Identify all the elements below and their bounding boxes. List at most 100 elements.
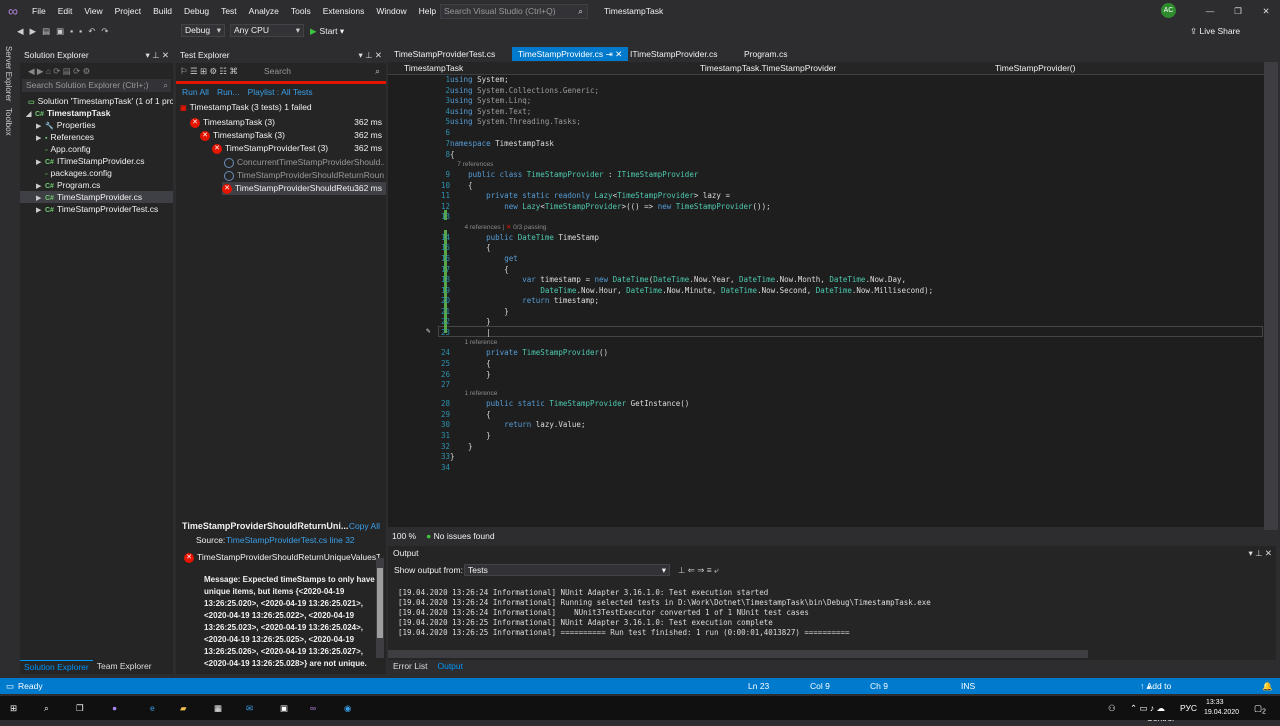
test-row[interactable]: ✕ TimeStampProviderTest (3) 362 ms <box>212 142 386 155</box>
tree-item-properties[interactable]: ▶ 🔧 Properties <box>20 119 173 131</box>
config-select[interactable]: Debug ▾ <box>181 24 225 37</box>
toolbox-tab[interactable]: Toolbox <box>4 108 13 136</box>
codelens-references[interactable]: 7 references <box>450 161 493 168</box>
nav-project-dropdown[interactable]: TimestampTask <box>404 62 463 75</box>
output-scrollbar[interactable] <box>388 650 1088 658</box>
minimize-icon[interactable]: — <box>1196 0 1224 22</box>
tab-timestampprovider[interactable]: TimeStampProvider.cs ⇥ ✕ <box>512 47 629 61</box>
menu-item-tools[interactable]: Tools <box>285 0 317 22</box>
show-output-select[interactable]: Tests ▾ <box>464 564 670 576</box>
new-file-icon[interactable]: ▤ <box>39 22 53 40</box>
save-all-icon[interactable]: ▪ <box>76 22 85 40</box>
copy-all-link[interactable]: Copy All <box>349 521 380 531</box>
menu-item-extensions[interactable]: Extensions <box>317 0 371 22</box>
tab-itimestampprovider[interactable]: ITimeStampProvider.cs <box>624 47 724 61</box>
store-icon[interactable]: ▦ <box>214 696 222 720</box>
pin-icon[interactable]: ▾ ⊥ ✕ <box>358 48 382 63</box>
server-explorer-tab[interactable]: Server Explorer <box>4 46 13 102</box>
tree-item-project[interactable]: ◢ C# TimestampTask <box>20 107 173 119</box>
detail-scrollbar[interactable] <box>376 558 384 658</box>
app-icon[interactable]: ▣ <box>280 696 288 720</box>
tree-item-app-config[interactable]: ▫ App.config <box>20 143 173 155</box>
bell-icon[interactable]: 🔔 <box>1262 678 1273 694</box>
close-icon[interactable]: ✕ <box>1252 0 1280 22</box>
codelens-references[interactable]: 4 references | ✕ 0/3 passing <box>450 223 546 231</box>
app-icon[interactable]: ● <box>112 696 117 720</box>
tree-item-program[interactable]: ▶ C# Program.cs <box>20 179 173 191</box>
codelens-references[interactable]: 1 reference <box>450 339 497 346</box>
windows-start-icon[interactable]: ⊞ <box>10 696 17 720</box>
test-row-selected[interactable]: ✕ TimeStampProviderShouldRetu... 362 ms <box>222 182 386 195</box>
close-icon[interactable]: ✕ <box>615 49 622 59</box>
maximize-icon[interactable]: ❐ <box>1224 0 1252 22</box>
nav-member-dropdown[interactable]: TimeStampProvider() <box>995 62 1075 75</box>
forward-icon[interactable]: ▶ <box>27 22 40 40</box>
visual-studio-logo-icon[interactable]: ∞ <box>4 3 22 19</box>
tree-item-timestampprovidertest[interactable]: ▶ C# TimeStampProviderTest.cs <box>20 203 173 215</box>
pin-icon[interactable]: ▾ ⊥ ✕ <box>145 48 169 63</box>
tab-team-explorer[interactable]: Team Explorer <box>93 660 156 672</box>
tab-output[interactable]: Output <box>432 660 468 672</box>
codelens-references[interactable]: 1 reference <box>450 390 497 397</box>
app-icon[interactable]: ◉ <box>344 696 351 720</box>
zoom-level[interactable]: 100 % <box>388 531 420 541</box>
test-row[interactable]: TimeStampProviderShouldReturnRoun... <box>224 169 384 182</box>
people-icon[interactable]: ⚇ <box>1108 696 1116 720</box>
menu-item-file[interactable]: File <box>26 0 52 22</box>
tab-solution-explorer[interactable]: Solution Explorer <box>20 659 93 673</box>
tree-item-itimestampprovider[interactable]: ▶ C# ITimeStampProvider.cs <box>20 155 173 167</box>
clock-date[interactable]: 19.04.2020 <box>1204 701 1239 725</box>
run-icon[interactable]: ⚐ ☰ ⊞ ⚙ ☷ ⌘ <box>180 66 238 76</box>
tab-error-list[interactable]: Error List <box>388 660 432 672</box>
platform-select[interactable]: Any CPU ▾ <box>230 24 304 37</box>
menu-item-edit[interactable]: Edit <box>52 0 79 22</box>
menu-item-view[interactable]: View <box>78 0 108 22</box>
menu-item-project[interactable]: Project <box>109 0 147 22</box>
menu-item-help[interactable]: Help <box>413 0 442 22</box>
start-button[interactable]: ▶ Start ▾ <box>310 22 344 40</box>
menu-item-test[interactable]: Test <box>215 0 243 22</box>
undo-icon[interactable]: ↶ <box>85 22 98 40</box>
solution-search-input[interactable]: Search Solution Explorer (Ctrl+;) ⌕ <box>22 79 171 92</box>
search-icon[interactable]: ⌕ <box>44 696 49 720</box>
menu-item-debug[interactable]: Debug <box>178 0 215 22</box>
output-toolbar-icons[interactable]: ⊥ ⇐ ⇒ ≡ ⤶ <box>678 564 719 576</box>
task-view-icon[interactable]: ❐ <box>76 696 84 720</box>
file-explorer-icon[interactable]: ▰ <box>180 696 187 720</box>
pin-icon[interactable]: ▾ ⊥ ✕ <box>1248 546 1272 560</box>
avatar[interactable]: AC <box>1161 3 1176 18</box>
search-input[interactable]: Search Visual Studio (Ctrl+Q) ⌕ <box>440 4 588 19</box>
menu-item-window[interactable]: Window <box>370 0 412 22</box>
tab-timestampprovidertest[interactable]: TimeStampProviderTest.cs <box>388 47 501 61</box>
playlist-link[interactable]: Playlist : All Tests <box>248 87 313 97</box>
test-row[interactable]: ConcurrentTimeStampProviderShould... <box>224 156 384 169</box>
tree-item-solution[interactable]: ▭Solution 'TimestampTask' (1 of 1 projec… <box>20 95 173 107</box>
tab-program[interactable]: Program.cs <box>738 47 793 61</box>
run-all-link[interactable]: Run All <box>182 87 209 97</box>
redo-icon[interactable]: ↷ <box>98 22 111 40</box>
edge-icon[interactable]: e <box>150 696 155 720</box>
save-icon[interactable]: ▪ <box>67 22 76 40</box>
run-link[interactable]: Run... <box>217 87 240 97</box>
back-icon[interactable]: ◀ <box>14 22 27 40</box>
add-source-control-button[interactable]: ↑ Add to Source Control ▴ <box>1140 678 1174 723</box>
source-link[interactable]: TimeStampProviderTest.cs line 32 <box>226 535 355 545</box>
tree-item-references[interactable]: ▶ ▪ References <box>20 131 173 143</box>
editor-scrollbar[interactable] <box>1264 62 1278 530</box>
menu-item-build[interactable]: Build <box>147 0 178 22</box>
tree-item-packages-config[interactable]: ▫ packages.config <box>20 167 173 179</box>
nav-type-dropdown[interactable]: TimestampTask.TimeStampProvider <box>700 62 836 75</box>
code-editor[interactable]: ✎ 1 using System; 2 using System.Collectio… <box>388 75 1264 527</box>
issues-indicator[interactable]: ● No issues found <box>420 531 500 541</box>
tray-icons[interactable]: ⌃ ▭ ♪ ☁ <box>1130 696 1165 720</box>
tree-item-timestampprovider[interactable]: ▶ C# TimeStampProvider.cs <box>20 191 173 203</box>
test-row[interactable]: ✕ TimestampTask (3) 362 ms <box>200 129 386 142</box>
language-indicator[interactable]: РУС <box>1180 696 1197 720</box>
open-icon[interactable]: ▣ <box>53 22 67 40</box>
mail-icon[interactable]: ✉ <box>246 696 253 720</box>
test-search-input[interactable]: Search <box>264 63 291 79</box>
visual-studio-taskbar-icon[interactable]: ∞ <box>310 696 316 720</box>
live-share-button[interactable]: ⇪ Live Share <box>1190 22 1240 40</box>
test-row[interactable]: ✕ TimestampTask (3) 362 ms <box>190 116 386 129</box>
menu-item-analyze[interactable]: Analyze <box>243 0 285 22</box>
